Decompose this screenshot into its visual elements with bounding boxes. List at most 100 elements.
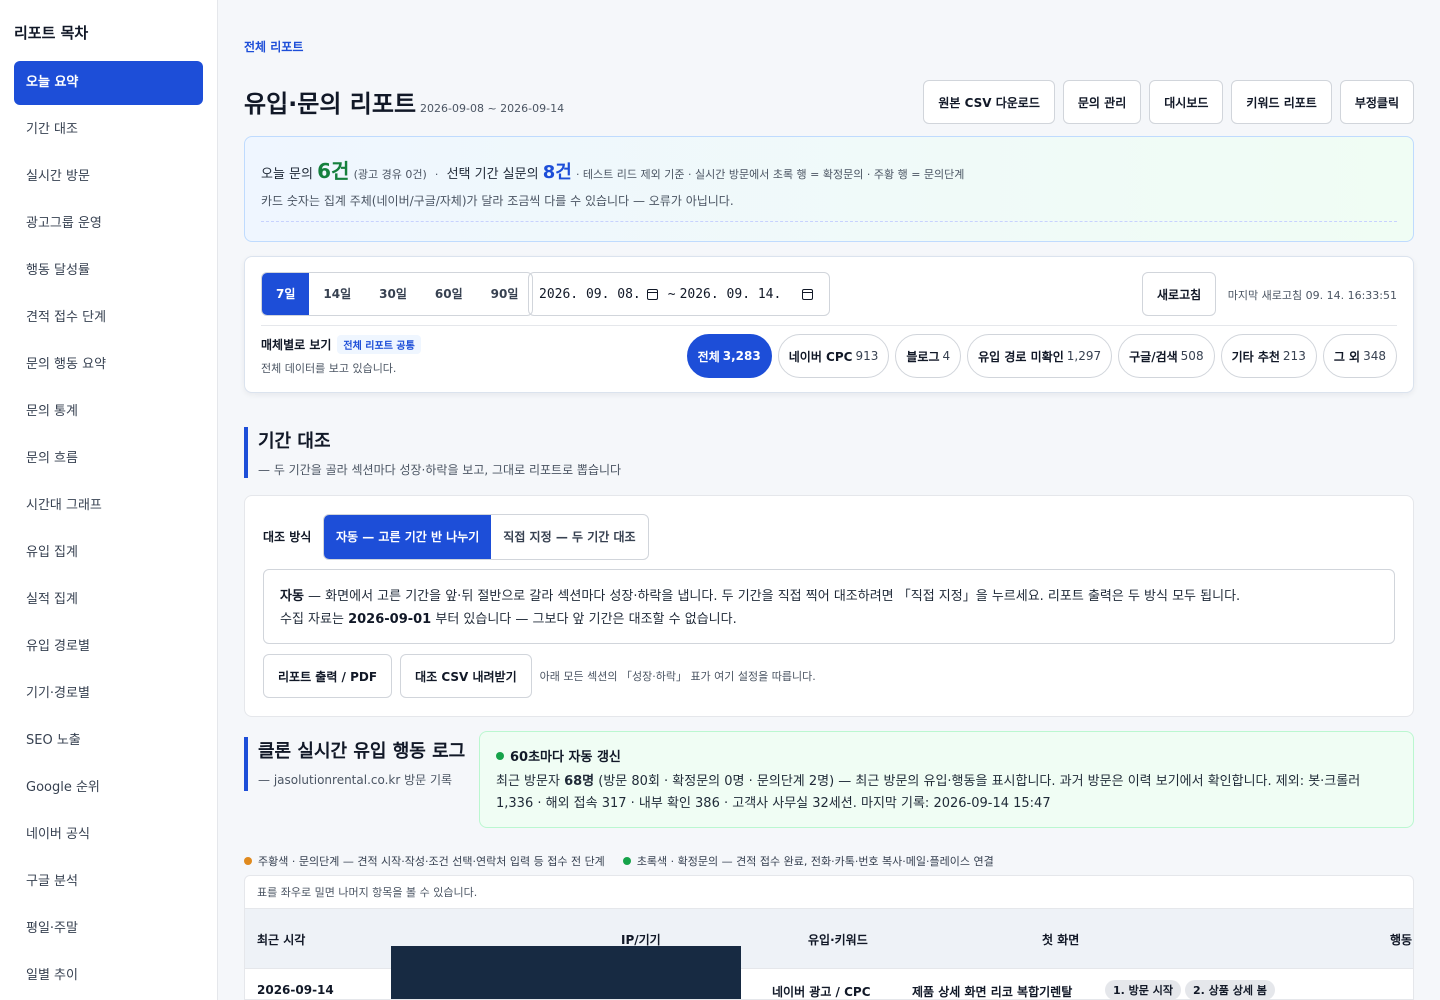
fraud-click-button[interactable]: 부정클릭 bbox=[1339, 80, 1414, 124]
compare-section-subtitle: — 두 기간을 골라 섹션마다 성장·하락을 보고, 그대로 리포트로 뽑습니다 bbox=[258, 463, 622, 477]
scroll-hint: 표를 좌우로 밀면 나머지 항목을 볼 수 있습니다. bbox=[245, 876, 1413, 909]
sidebar-item[interactable]: 광고그룹 운영 bbox=[14, 202, 203, 246]
row-steps: 1. 방문 시작 2. 상품 상세 봄 bbox=[1105, 980, 1279, 999]
sidebar-item[interactable]: 문의 흐름 bbox=[14, 437, 203, 481]
media-chip-count: 3,283 bbox=[722, 349, 761, 363]
sidebar-item[interactable]: 유입 집계 bbox=[14, 531, 203, 575]
sidebar-item[interactable]: 문의 행동 요약 bbox=[14, 343, 203, 387]
media-chip-label: 네이버 CPC bbox=[788, 349, 853, 364]
summary-disclaimer: 카드 숫자는 집계 주체(네이버/구글/자체)가 달라 조금씩 다를 수 있습니… bbox=[261, 192, 1397, 222]
media-chip-count: 4 bbox=[942, 349, 951, 363]
media-chip-label: 전체 bbox=[697, 349, 720, 364]
media-filter-status: 전체 데이터를 보고 있습니다. bbox=[261, 362, 397, 375]
breadcrumb[interactable]: 전체 리포트 bbox=[244, 38, 303, 55]
live-status-text: 60초마다 자동 갱신 bbox=[510, 750, 621, 765]
sidebar-item[interactable]: 기간 대조 bbox=[14, 108, 203, 152]
live-dot-icon bbox=[496, 751, 504, 760]
collection-start-date: 2026-09-01 bbox=[348, 612, 432, 627]
col-first-page: 첫 화면 bbox=[1042, 933, 1080, 947]
dashboard-button[interactable]: 대시보드 bbox=[1149, 80, 1224, 124]
compare-info-text: — 화면에서 고른 기간을 앞·뒤 절반으로 갈라 섹션마다 성장·하락을 냅니… bbox=[303, 589, 1241, 604]
sidebar-item[interactable]: SEO 노출 bbox=[14, 719, 203, 763]
compare-section-title: 기간 대조 bbox=[258, 431, 331, 452]
period-selector: 7일 14일 30일 60일 90일 bbox=[261, 272, 534, 316]
sidebar-item[interactable]: 실적 집계 bbox=[14, 578, 203, 622]
media-chip-count: 508 bbox=[1180, 349, 1204, 363]
period-option[interactable]: 7일 bbox=[262, 273, 310, 315]
col-source-keyword: 유입·키워드 bbox=[808, 933, 868, 947]
common-tag: 전체 리포트 공통 bbox=[337, 335, 421, 354]
media-chip-count: 1,297 bbox=[1066, 349, 1102, 363]
sidebar-item[interactable]: 견적 접수 단계 bbox=[14, 296, 203, 340]
orange-dot-icon bbox=[244, 857, 252, 865]
today-ad-count: (광고 경유 0건) bbox=[353, 168, 427, 181]
media-chip[interactable]: 유입 경로 미확인 1,297 bbox=[967, 334, 1113, 378]
compare-info-line1: 자동 — 화면에서 고른 기간을 앞·뒤 절반으로 갈라 섹션마다 성장·하락을… bbox=[280, 585, 1378, 608]
compare-section-header: 기간 대조 — 두 기간을 골라 섹션마다 성장·하락을 보고, 그대로 리포트… bbox=[244, 427, 621, 478]
media-filter-label-text: 매체별로 보기 bbox=[261, 338, 332, 352]
sidebar-item[interactable]: 평일·주말 bbox=[14, 907, 203, 951]
media-chip[interactable]: 전체 3,283 bbox=[686, 334, 772, 378]
compare-mode-manual[interactable]: 직접 지정 — 두 기간 대조 bbox=[491, 515, 647, 559]
calendar-icon[interactable] bbox=[646, 288, 658, 300]
row-source: 네이버 광고 / CPC bbox=[772, 985, 871, 999]
sidebar-item[interactable]: 문의 통계 bbox=[14, 390, 203, 434]
report-pdf-button[interactable]: 리포트 출력 / PDF bbox=[263, 654, 393, 698]
media-chip[interactable]: 블로그 4 bbox=[895, 334, 962, 378]
live-status-title: 60초마다 자동 갱신 bbox=[496, 746, 1397, 765]
step-badge: 2. 상품 상세 봄 bbox=[1184, 980, 1275, 999]
date-from[interactable]: 2026. 09. 08. bbox=[539, 287, 641, 302]
media-chip-count: 913 bbox=[855, 349, 879, 363]
sidebar-item[interactable]: 구글 분석 bbox=[14, 860, 203, 904]
compare-csv-button[interactable]: 대조 CSV 내려받기 bbox=[400, 654, 532, 698]
media-chip[interactable]: 구글/검색 508 bbox=[1118, 334, 1215, 378]
date-range-picker[interactable]: 2026. 09. 08. ~ 2026. 09. 14. bbox=[528, 272, 830, 316]
inquiry-manage-button[interactable]: 문의 관리 bbox=[1062, 80, 1142, 124]
download-csv-button[interactable]: 원본 CSV 다운로드 bbox=[923, 80, 1055, 124]
keyword-report-button[interactable]: 키워드 리포트 bbox=[1231, 80, 1332, 124]
media-chips: 전체 3,283 네이버 CPC 913 블로그 4 유입 경로 미확인 1,297 구글/검색… bbox=[686, 334, 1397, 378]
date-to[interactable]: 2026. 09. 14. bbox=[680, 287, 782, 302]
summary-note: · 테스트 리드 제외 기준 · 실시간 방문에서 초록 행 = 확정문의 · … bbox=[575, 168, 965, 181]
live-log-table[interactable]: 표를 좌우로 밀면 나머지 항목을 볼 수 있습니다. 최근 시각 IP/기기 … bbox=[244, 875, 1414, 1000]
sidebar-item[interactable]: 오늘 요약 bbox=[14, 61, 203, 105]
legend-orange: 주황색 · 문의단계 — 견적 시작·작성·조건 선택·연락처 입력 등 접수 … bbox=[244, 853, 605, 869]
date-separator: ~ bbox=[667, 286, 676, 302]
sidebar-item[interactable]: 일별 추이 bbox=[14, 954, 203, 998]
sidebar-item[interactable]: 실시간 방문 bbox=[14, 155, 203, 199]
compare-info-box: 자동 — 화면에서 고른 기간을 앞·뒤 절반으로 갈라 섹션마다 성장·하락을… bbox=[263, 569, 1395, 644]
legend-orange-text: 주황색 · 문의단계 — 견적 시작·작성·조건 선택·연락처 입력 등 접수 … bbox=[258, 855, 605, 868]
page-title: 유입·문의 리포트 2026-09-08 ~ 2026-09-14 bbox=[244, 84, 564, 119]
media-chip-label: 블로그 bbox=[906, 349, 940, 364]
row-time: 2026-09-14 bbox=[257, 983, 334, 997]
period-option[interactable]: 60일 bbox=[421, 273, 477, 315]
today-label: 오늘 문의 bbox=[261, 167, 313, 182]
divider bbox=[261, 325, 1397, 326]
calendar-icon[interactable] bbox=[802, 288, 813, 300]
sidebar-item[interactable]: Google 순위 bbox=[14, 766, 203, 810]
sidebar-nav: 오늘 요약 기간 대조 실시간 방문 광고그룹 운영 행동 달성률 견적 접수 단계 문의 … bbox=[14, 61, 203, 998]
media-chip-label: 구글/검색 bbox=[1129, 349, 1178, 364]
media-chip[interactable]: 기타 추천 213 bbox=[1220, 334, 1317, 378]
period-option[interactable]: 90일 bbox=[477, 273, 533, 315]
sidebar-item[interactable]: 네이버 공식 bbox=[14, 813, 203, 857]
media-chip[interactable]: 네이버 CPC 913 bbox=[777, 334, 890, 378]
media-filter-label: 매체별로 보기 전체 리포트 공통 bbox=[261, 335, 421, 354]
compare-info2-pre: 수집 자료는 bbox=[280, 612, 349, 627]
live-status-body: 최근 방문자 68명 (방문 80회 · 확정문의 0명 · 문의단계 2명) … bbox=[496, 771, 1397, 815]
media-chip[interactable]: 그 외 348 bbox=[1322, 334, 1397, 378]
refresh-button[interactable]: 새로고침 bbox=[1142, 272, 1217, 316]
sidebar-item[interactable]: 유입 경로별 bbox=[14, 625, 203, 669]
sidebar-item[interactable]: 기기·경로별 bbox=[14, 672, 203, 716]
period-option[interactable]: 30일 bbox=[365, 273, 421, 315]
live-body-post: (방문 80회 · 확정문의 0명 · 문의단계 2명) — 최근 방문의 유입… bbox=[496, 774, 1361, 811]
title-row: 유입·문의 리포트 2026-09-08 ~ 2026-09-14 원본 CSV … bbox=[244, 80, 1414, 124]
page-title-text: 유입·문의 리포트 bbox=[244, 90, 417, 118]
compare-mode-auto[interactable]: 자동 — 고른 기간 반 나누기 bbox=[324, 515, 492, 559]
today-summary-card: 오늘 문의 6건 (광고 경유 0건) · 선택 기간 실문의 8건 · 테스트… bbox=[244, 136, 1414, 242]
separator: · bbox=[434, 168, 439, 181]
sidebar-item[interactable]: 행동 달성률 bbox=[14, 249, 203, 293]
period-option[interactable]: 14일 bbox=[309, 273, 365, 315]
compare-card: 대조 방식 자동 — 고른 기간 반 나누기 직접 지정 — 두 기간 대조 자… bbox=[244, 495, 1414, 717]
sidebar-item[interactable]: 시간대 그래프 bbox=[14, 484, 203, 528]
